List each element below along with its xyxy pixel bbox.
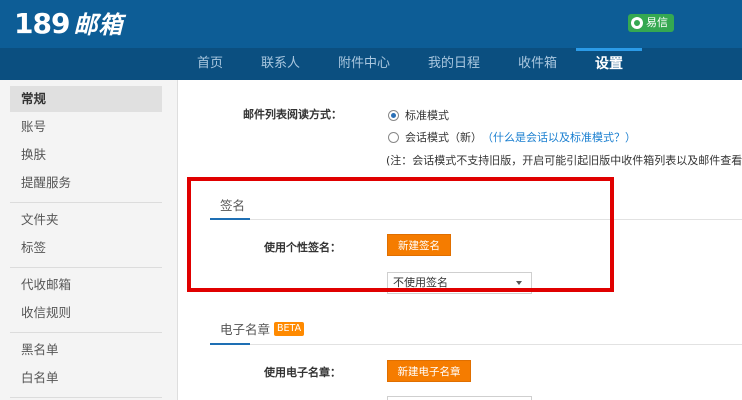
main-nav: 首页 联系人 附件中心 我的日程 收件箱 设置	[0, 48, 742, 80]
sidebar-item-skin[interactable]: 换肤	[10, 142, 162, 168]
radio-standard-label: 标准模式	[405, 109, 449, 122]
e-seal-title-text: 电子名章	[220, 322, 271, 337]
nav-active-indicator	[576, 48, 642, 51]
sidebar-item-collect-mail[interactable]: 代收邮箱	[10, 272, 162, 298]
settings-sidebar: 常规 账号 换肤 提醒服务 文件夹 标签 代收邮箱 收信规则 黑名单 白名单	[0, 80, 178, 400]
mode-help-link[interactable]: （什么是会话以及标准模式？）	[482, 129, 636, 145]
e-seal-title-underline	[210, 343, 250, 345]
mode-note: (注：会话模式不支持旧版，开启可能引起旧版中收件箱列表以及邮件查看异常)	[386, 154, 742, 167]
section-divider	[210, 344, 742, 345]
radio-standard-mode[interactable]: 标准模式	[388, 107, 449, 123]
sidebar-item-folders[interactable]: 文件夹	[10, 207, 162, 233]
sidebar-item-rules[interactable]: 收信规则	[10, 300, 162, 326]
radio-checked-icon[interactable]	[388, 109, 399, 121]
sidebar-divider	[10, 267, 162, 268]
nav-calendar[interactable]: 我的日程	[428, 48, 480, 80]
sidebar-item-tags[interactable]: 标签	[10, 235, 162, 261]
nav-attachments[interactable]: 附件中心	[338, 48, 390, 80]
nav-settings[interactable]: 设置	[595, 48, 623, 80]
e-seal-section-title: 电子名章 BETA	[220, 319, 305, 338]
logo-text: 邮箱	[73, 11, 124, 39]
app-logo[interactable]: 189 邮箱	[14, 8, 123, 41]
radio-conversation-mode[interactable]: 会话模式（新） （什么是会话以及标准模式？）	[388, 129, 636, 145]
nav-inbox[interactable]: 收件箱	[518, 48, 557, 80]
sidebar-divider	[10, 332, 162, 333]
e-seal-label: 使用电子名章：	[264, 366, 341, 379]
yixin-icon	[631, 17, 643, 29]
signature-highlight-box	[187, 177, 614, 292]
logo-number: 189	[14, 7, 70, 40]
radio-conversation-label: 会话模式（新）	[405, 131, 482, 144]
sidebar-item-reminder[interactable]: 提醒服务	[10, 170, 162, 196]
e-seal-select[interactable]	[387, 396, 532, 400]
sidebar-item-whitelist[interactable]: 白名单	[10, 365, 162, 391]
mail-list-mode-label: 邮件列表阅读方式：	[243, 108, 342, 121]
nav-contacts[interactable]: 联系人	[261, 48, 300, 80]
yixin-button[interactable]: 易信	[628, 14, 674, 32]
new-e-seal-button[interactable]: 新建电子名章	[387, 360, 471, 382]
radio-unchecked-icon[interactable]	[388, 131, 399, 143]
sidebar-item-general[interactable]: 常规	[10, 86, 162, 112]
yixin-label: 易信	[646, 16, 668, 29]
sidebar-divider	[10, 202, 162, 203]
sidebar-item-blacklist[interactable]: 黑名单	[10, 337, 162, 363]
nav-home[interactable]: 首页	[197, 48, 223, 80]
top-header: 189 邮箱 易信	[0, 0, 742, 48]
sidebar-item-account[interactable]: 账号	[10, 114, 162, 140]
beta-badge: BETA	[274, 321, 305, 336]
sidebar-divider	[10, 397, 162, 398]
